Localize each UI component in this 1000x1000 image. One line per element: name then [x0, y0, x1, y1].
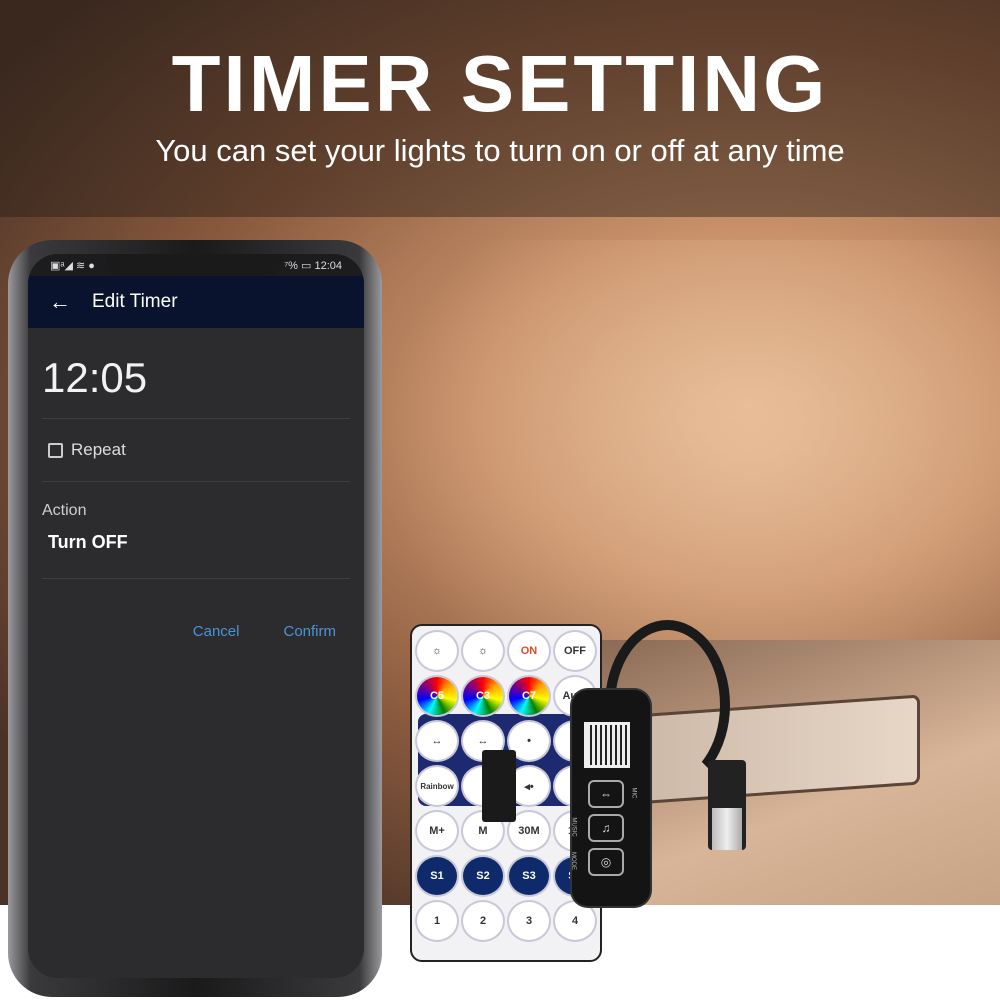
phone-screen: ▣ᵃ◢ ≋ ● ⁷% ▭ 12:04 ← Edit Timer 12:05 Re…: [28, 254, 364, 978]
remote-button: 3: [509, 902, 549, 940]
remote-button: 2: [463, 902, 503, 940]
mic-label: MIC: [630, 787, 637, 799]
repeat-row[interactable]: Repeat: [28, 419, 364, 481]
mode-button: ◎: [588, 848, 624, 876]
remote-button: ☼: [417, 632, 457, 670]
mode-label: MODE: [570, 852, 576, 870]
music-label: MUSIC: [570, 817, 577, 837]
led-controller: ⇔ MIC ♫ MUSIC ◎ MODE: [570, 690, 650, 906]
banner-subtitle: You can set your lights to turn on or of…: [155, 133, 845, 168]
action-value[interactable]: Turn OFF: [28, 520, 364, 578]
status-right: ⁷% ▭ 12:04: [284, 259, 342, 272]
status-time: 12:04: [314, 259, 342, 272]
remote-button: ON: [509, 632, 549, 670]
usb-connector: [712, 808, 742, 850]
dialog-buttons: Cancel Confirm: [28, 579, 364, 640]
repeat-label: Repeat: [71, 440, 126, 459]
remote-button: 1: [417, 902, 457, 940]
remote-button: 4: [555, 902, 595, 940]
remote-button: S3: [509, 857, 549, 895]
page-title: Edit Timer: [92, 291, 178, 312]
remote-button: M+: [417, 812, 457, 850]
phone-frame: ▣ᵃ◢ ≋ ● ⁷% ▭ 12:04 ← Edit Timer 12:05 Re…: [8, 240, 382, 997]
mic-switch: ⇔: [588, 780, 624, 808]
qr-code: [584, 722, 630, 768]
app-bar: ← Edit Timer: [28, 276, 364, 328]
cancel-button[interactable]: Cancel: [193, 623, 240, 640]
remote-button: OFF: [555, 632, 595, 670]
phone-notch: [106, 254, 282, 276]
music-button: ♫: [588, 814, 624, 842]
status-icons: ▣ᵃ◢ ≋ ●: [50, 259, 95, 272]
timer-time[interactable]: 12:05: [28, 328, 364, 418]
remote-button: C7: [509, 677, 549, 715]
remote-button: S1: [417, 857, 457, 895]
repeat-checkbox[interactable]: [48, 442, 63, 458]
remote-button: S2: [463, 857, 503, 895]
remote-button: Rainbow: [417, 767, 457, 805]
back-arrow-icon[interactable]: ←: [28, 289, 92, 315]
remote-button: ↔: [417, 722, 457, 760]
battery-icon: ⁷% ▭: [284, 259, 312, 272]
remote-button: C5: [417, 677, 457, 715]
banner-title: TIMER SETTING: [171, 39, 829, 128]
remote-button: ☼: [463, 632, 503, 670]
connector-plug: [482, 750, 516, 822]
action-label: Action: [42, 502, 87, 519]
remote-button: C3: [463, 677, 503, 715]
confirm-button[interactable]: Confirm: [283, 623, 336, 640]
